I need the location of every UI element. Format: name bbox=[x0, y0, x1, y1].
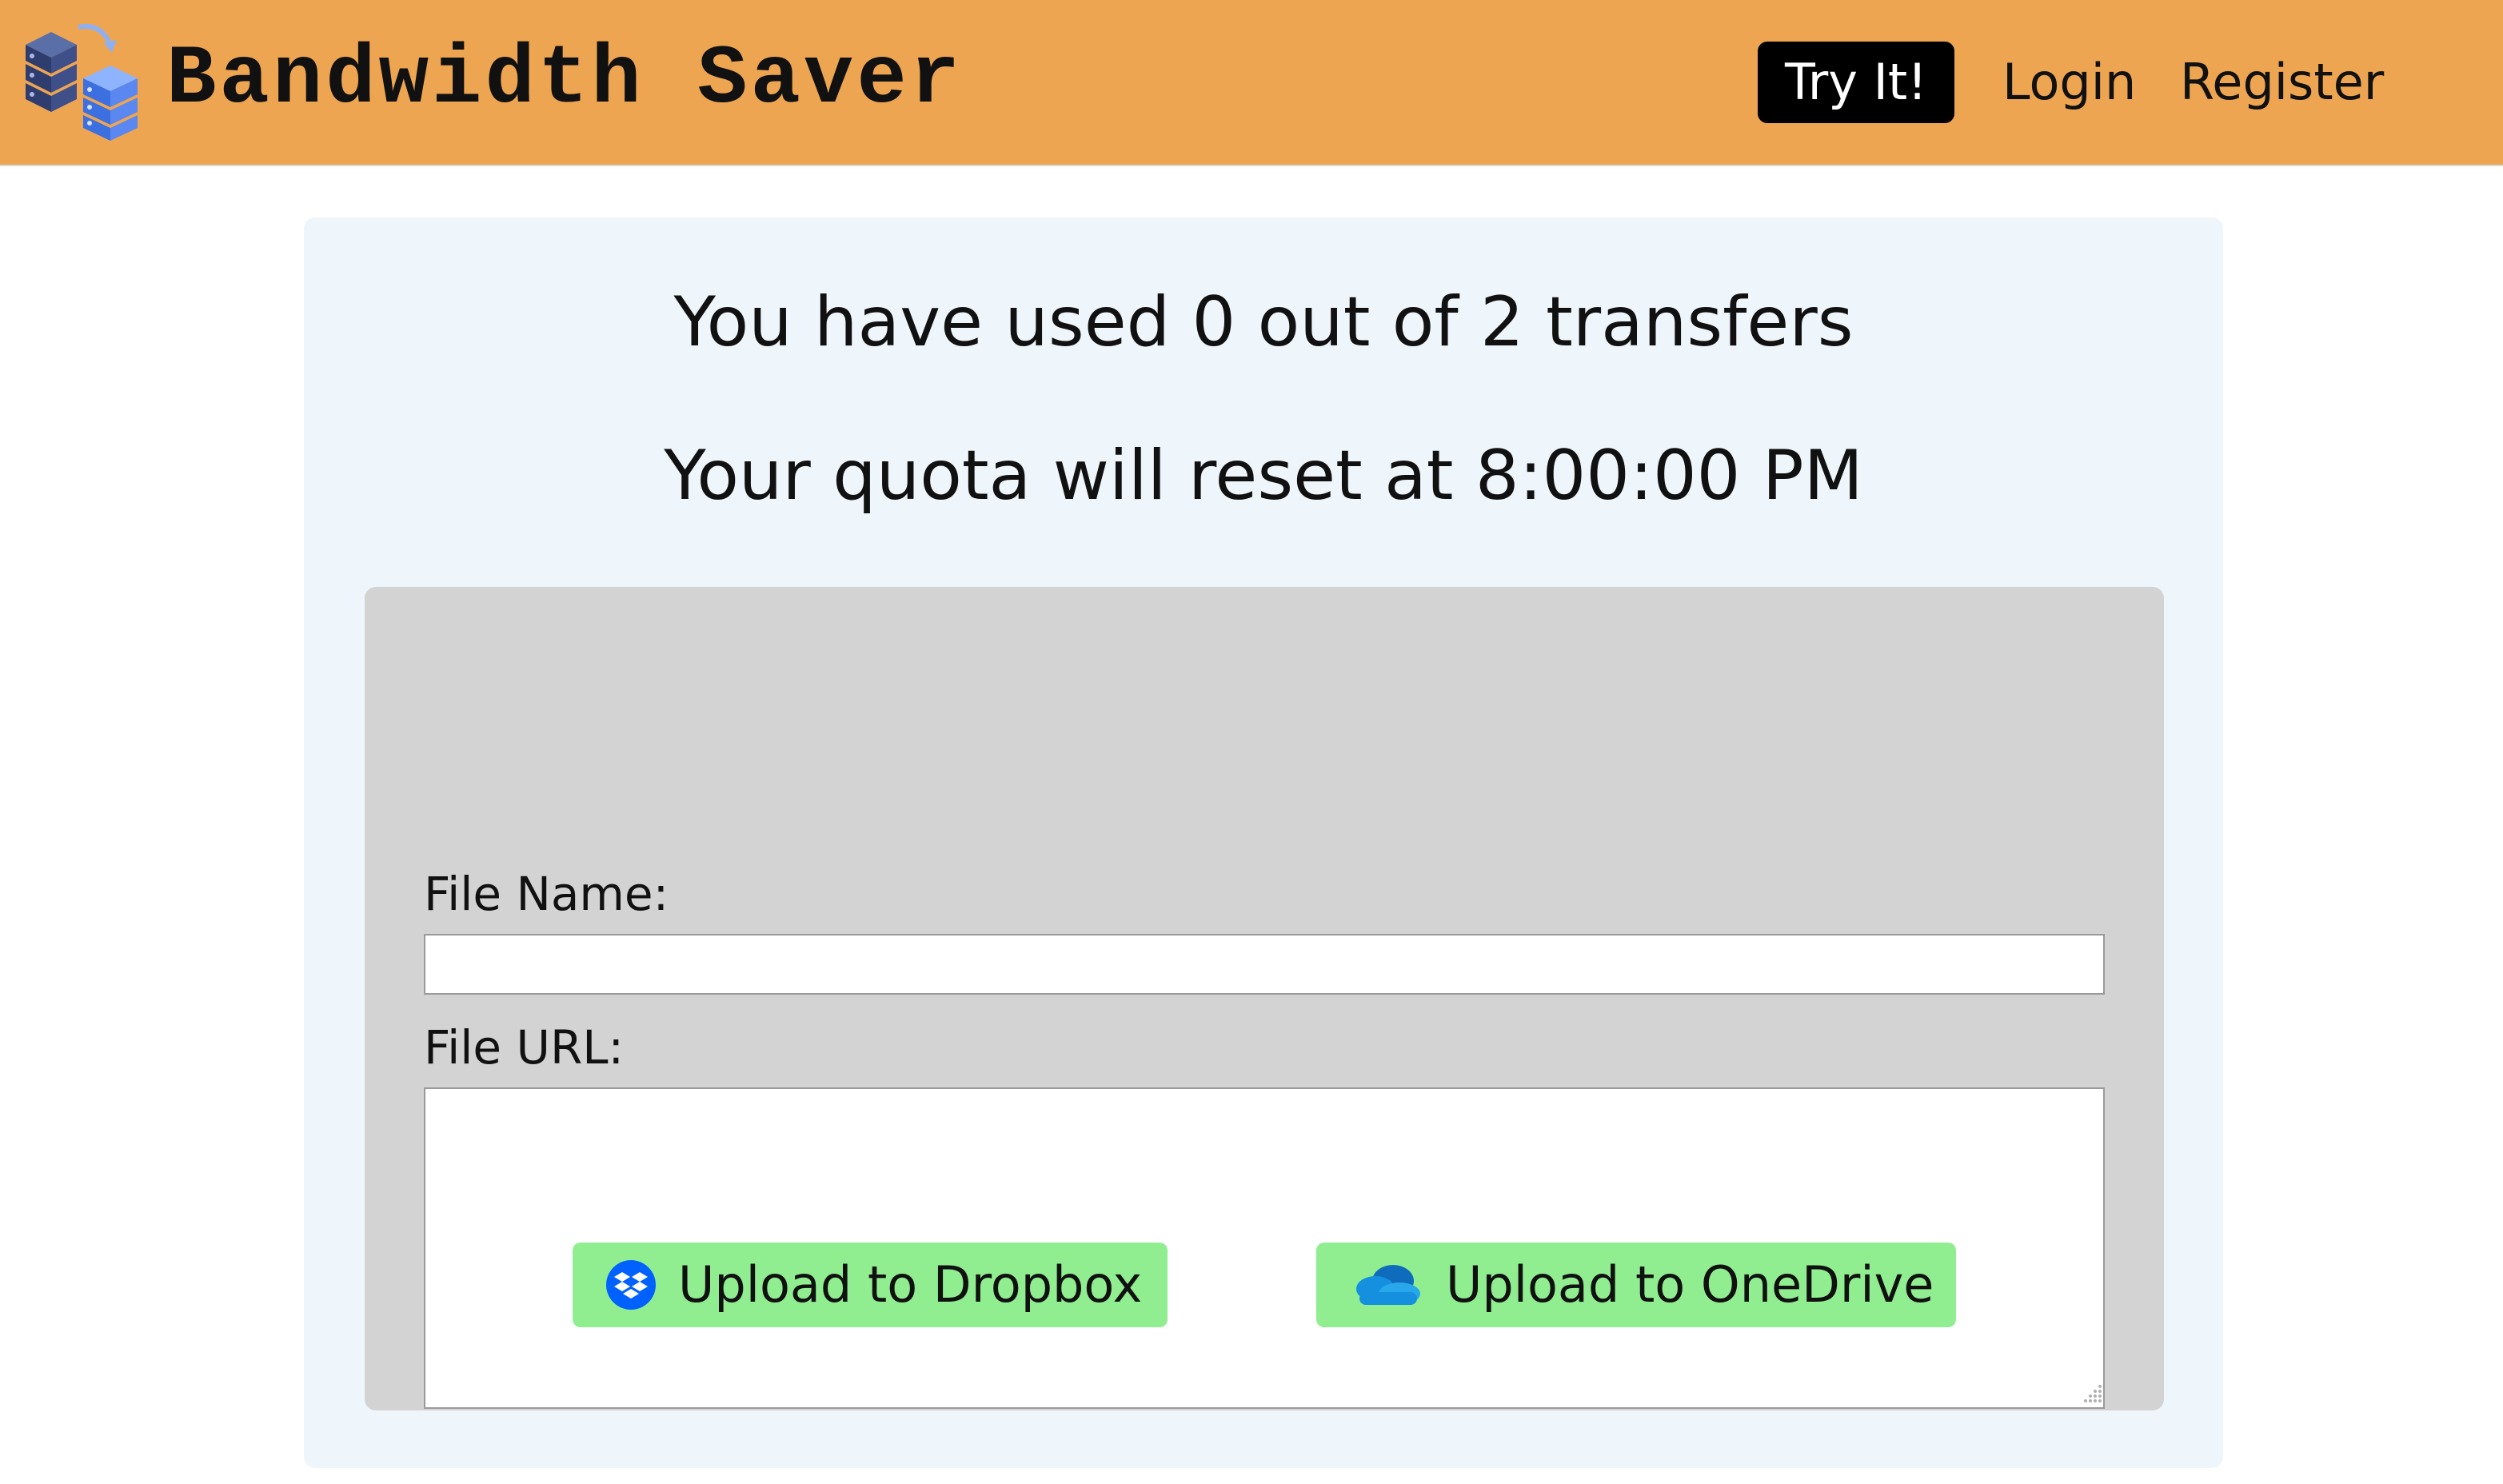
upload-to-onedrive-button[interactable]: Upload to OneDrive bbox=[1316, 1243, 1956, 1327]
quota-reset-text: Your quota will reset at 8:00:00 PM bbox=[664, 436, 1863, 516]
upload-buttons-layer: Upload to Dropbox Upload to OneDrive bbox=[365, 587, 2164, 1466]
try-it-button[interactable]: Try It! bbox=[1758, 42, 1954, 123]
server-stack-icon bbox=[26, 24, 138, 141]
app-title: Bandwidth Saver bbox=[166, 33, 964, 127]
register-link[interactable]: Register bbox=[2180, 42, 2384, 123]
upload-to-onedrive-label: Upload to OneDrive bbox=[1446, 1255, 1934, 1314]
login-link[interactable]: Login bbox=[2002, 42, 2136, 123]
upload-to-dropbox-label: Upload to Dropbox bbox=[678, 1255, 1143, 1314]
dropbox-icon bbox=[606, 1260, 656, 1310]
upload-to-dropbox-button[interactable]: Upload to Dropbox bbox=[573, 1243, 1168, 1327]
top-navbar: Bandwidth Saver Try It! Login Register bbox=[0, 0, 2503, 166]
transfers-used-text: You have used 0 out of 2 transfers bbox=[673, 282, 1854, 362]
onedrive-icon bbox=[1356, 1265, 1420, 1305]
